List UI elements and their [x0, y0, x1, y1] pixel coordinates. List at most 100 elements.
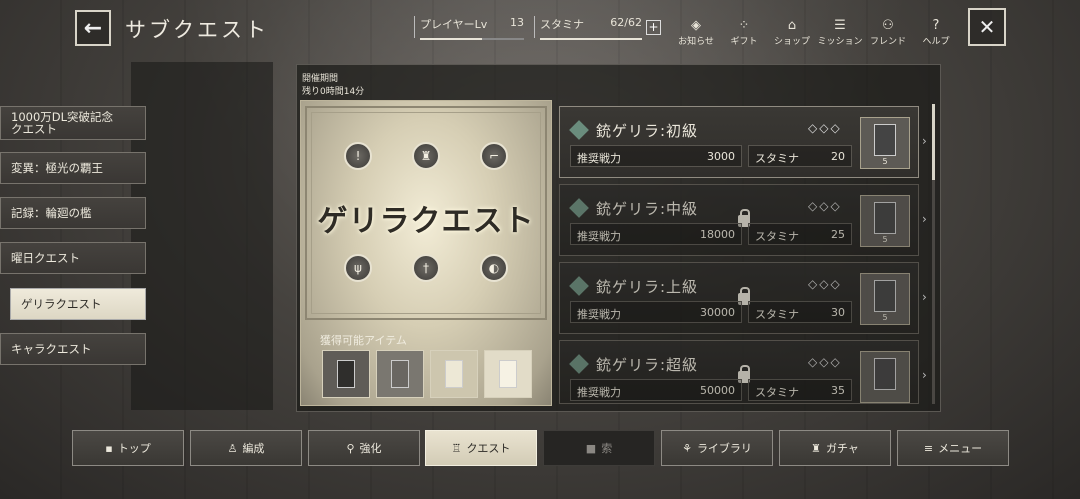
- stamina-label: スタミナ: [540, 18, 584, 31]
- difficulty-rating: ◇◇◇: [808, 199, 842, 213]
- sidebar-item-anniversary[interactable]: 1000万DL突破記念 クエスト: [0, 106, 146, 140]
- stamina: スタミナ 62/62: [534, 16, 642, 40]
- bottom-nav-menu[interactable]: ≡ メニュー: [897, 430, 1009, 466]
- chevron-right-icon: ›: [922, 212, 927, 226]
- period-value: 残り0時間14分: [302, 87, 365, 97]
- chevron-right-icon: ›: [922, 290, 927, 304]
- sword-icon: †: [412, 254, 440, 282]
- quest-list-scrollbar[interactable]: [932, 104, 935, 404]
- difficulty-rating: ◇◇◇: [808, 277, 842, 291]
- emblem-icon: !: [344, 142, 372, 170]
- lock-icon: ■: [585, 441, 597, 455]
- notice-icon: ◈: [691, 18, 701, 33]
- bottom-nav-formation[interactable]: ♙ 編成: [190, 430, 302, 466]
- bottom-nav: ▪ トップ ♙ 編成 ⚲ 強化 ♖ クエスト ■ 索 ⚘ ライブラリ ♜ ガチャ ≡ メニュー: [72, 430, 1012, 466]
- stamina-value: 62/62: [610, 16, 642, 29]
- quest-row[interactable]: 銃ゲリラ:超級 ◇◇◇ 推奨戦力 50000 スタミナ 35: [559, 340, 919, 404]
- stamina-cost: スタミナ 25: [748, 223, 852, 245]
- card-icon: [874, 124, 896, 156]
- nav-mission[interactable]: ☰ ミッション: [816, 18, 864, 47]
- quest-name: 銃ゲリラ:中級: [596, 200, 699, 218]
- difficulty-rating: ◇◇◇: [808, 121, 842, 135]
- player-level: プレイヤーLv 13: [414, 16, 524, 40]
- period-label: 開催期間: [302, 74, 339, 84]
- card-icon: [874, 202, 896, 234]
- formation-icon: ♙: [227, 441, 238, 455]
- reward-thumbnail: 5: [860, 273, 910, 325]
- arrow-left-icon: ←: [83, 15, 103, 41]
- bottom-nav-enhance[interactable]: ⚲ 強化: [308, 430, 420, 466]
- bottom-nav-library[interactable]: ⚘ ライブラリ: [661, 430, 773, 466]
- card-icon: [445, 360, 463, 388]
- player-level-value: 13: [510, 16, 524, 29]
- stamina-cost: スタミナ 30: [748, 301, 852, 323]
- close-icon: ✕: [978, 15, 996, 39]
- banner-title: ゲリラクエスト: [317, 204, 535, 239]
- add-stamina-button[interactable]: +: [646, 20, 661, 35]
- friend-icon: ⚇: [882, 18, 894, 33]
- card-icon: [874, 358, 896, 390]
- gun-icon: [569, 354, 589, 374]
- quest-row[interactable]: 銃ゲリラ:上級 ◇◇◇ 推奨戦力 30000 スタミナ 30 5: [559, 262, 919, 334]
- nav-help[interactable]: ? ヘルプ: [912, 18, 960, 47]
- drop-item[interactable]: [430, 350, 478, 398]
- reward-thumbnail: [860, 351, 910, 403]
- enhance-icon: ⚲: [346, 441, 355, 455]
- chevron-right-icon: ›: [922, 134, 927, 148]
- help-icon: ?: [932, 18, 940, 33]
- player-level-bar: [420, 38, 483, 40]
- stamina-cost: スタミナ 35: [748, 379, 852, 401]
- nav-shop[interactable]: ⌂ ショップ: [768, 18, 816, 47]
- drop-item[interactable]: [322, 350, 370, 398]
- library-icon: ⚘: [682, 441, 692, 455]
- gacha-icon: ♜: [811, 441, 821, 455]
- close-button[interactable]: ✕: [968, 8, 1006, 46]
- quest-name: 銃ゲリラ:超級: [596, 356, 699, 374]
- bottom-nav-gacha[interactable]: ♜ ガチャ: [779, 430, 891, 466]
- bottom-nav-quest[interactable]: ♖ クエスト: [425, 430, 537, 466]
- quest-name: 銃ゲリラ:初級: [596, 122, 699, 140]
- bottom-nav-explore[interactable]: ■ 索: [543, 430, 655, 466]
- recommended-power: 推奨戦力 3000: [570, 145, 742, 167]
- card-icon: [499, 360, 517, 388]
- drop-item[interactable]: [484, 350, 532, 398]
- emblem-icon: ψ: [344, 254, 372, 282]
- sidebar: [131, 62, 273, 410]
- gun-icon: [569, 198, 589, 218]
- quest-row[interactable]: 銃ゲリラ:中級 ◇◇◇ 推奨戦力 18000 スタミナ 25 5: [559, 184, 919, 256]
- emblem-icon: ♜: [412, 142, 440, 170]
- sidebar-item-daily[interactable]: 曜日クエスト: [0, 242, 146, 274]
- quest-icon: ♖: [451, 441, 462, 455]
- menu-icon: ≡: [923, 441, 934, 455]
- nav-gift[interactable]: ⁘ ギフト: [720, 18, 768, 47]
- card-icon: [337, 360, 355, 388]
- sidebar-item-record[interactable]: 記録：輪廻の檻: [0, 197, 146, 229]
- recommended-power: 推奨戦力 30000: [570, 301, 742, 323]
- bottom-nav-top[interactable]: ▪ トップ: [72, 430, 184, 466]
- gun-icon: ⌐: [480, 142, 508, 170]
- reward-thumbnail: 5: [860, 195, 910, 247]
- sidebar-item-mutation[interactable]: 変異：極光の覇王: [0, 152, 146, 184]
- stamina-bar: [540, 38, 642, 40]
- mission-icon: ☰: [834, 18, 846, 33]
- card-icon: [391, 360, 409, 388]
- card-icon: [874, 280, 896, 312]
- gift-icon: ⁘: [738, 18, 750, 33]
- drop-items-label: 獲得可能アイテム: [320, 334, 407, 347]
- drop-item[interactable]: [376, 350, 424, 398]
- nav-notice[interactable]: ◈ お知らせ: [672, 18, 720, 47]
- gun-icon: [569, 276, 589, 296]
- sidebar-item-guerrilla[interactable]: ゲリラクエスト: [10, 288, 146, 320]
- nav-friend[interactable]: ⚇ フレンド: [864, 18, 912, 47]
- difficulty-rating: ◇◇◇: [808, 355, 842, 369]
- reward-thumbnail: 5: [860, 117, 910, 169]
- quest-name: 銃ゲリラ:上級: [596, 278, 699, 296]
- stamina-cost: スタミナ 20: [748, 145, 852, 167]
- quest-row[interactable]: 銃ゲリラ:初級 ◇◇◇ 推奨戦力 3000 スタミナ 20 5: [559, 106, 919, 178]
- emblem-icon: ◐: [480, 254, 508, 282]
- sidebar-item-character[interactable]: キャラクエスト: [0, 333, 146, 365]
- header-nav: ◈ お知らせ ⁘ ギフト ⌂ ショップ ☰ ミッション ⚇ フレンド ? ヘルプ: [672, 18, 960, 47]
- back-button[interactable]: ←: [75, 10, 111, 46]
- recommended-power: 推奨戦力 50000: [570, 379, 742, 401]
- top-bar: ← サブクエスト プレイヤーLv 13 スタミナ 62/62 + ◈ お知らせ ⁘…: [0, 0, 1080, 56]
